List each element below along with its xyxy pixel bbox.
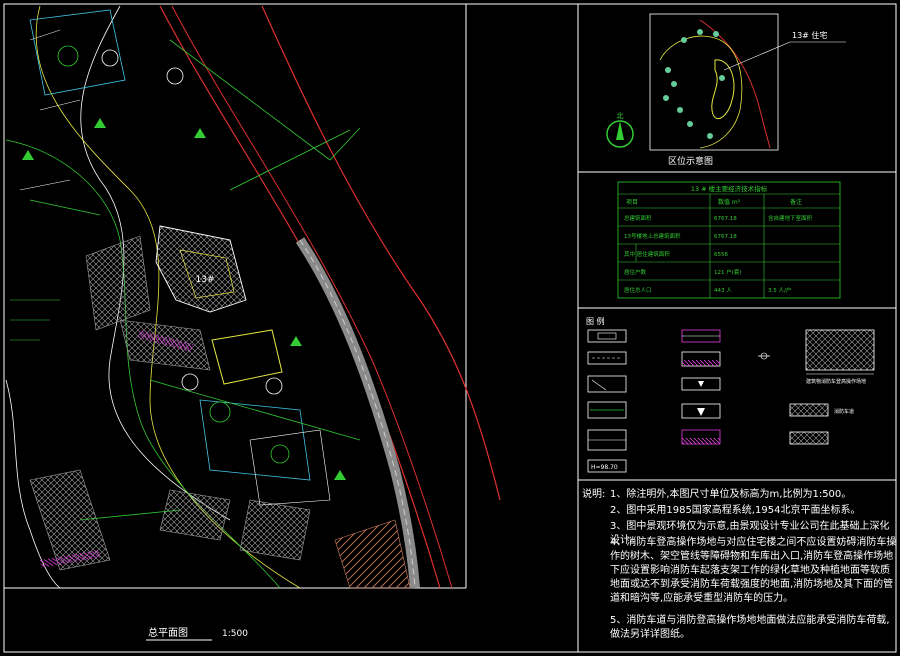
tech-header-value: 数值 m²: [718, 198, 741, 206]
note-item-4: 4、消防车登高操作场地与对应住宅楼之间不应设置妨碍消防车操作的树木、架空管线等障…: [610, 537, 897, 604]
marker-triangle-3: [334, 470, 346, 480]
tech-row-1-value: 6767.18: [714, 216, 737, 222]
leader-line-6: [29, 199, 101, 216]
notes-heading: 说明:: [582, 489, 606, 500]
location-site-inner: [711, 59, 735, 120]
marker-triangle-4: [94, 118, 106, 128]
tech-row-3-item: 其中 居住建筑面积: [624, 250, 670, 258]
location-leader-line: [723, 41, 791, 71]
legend-title: 图 例: [586, 316, 605, 326]
tree-symbol-1: [57, 45, 79, 67]
location-building-label: 13# 住宅: [792, 30, 827, 40]
tech-row-2-value: 6767.18: [714, 234, 737, 240]
legend-symbol-14: [789, 431, 829, 445]
legend-fire-access-swatch: [805, 329, 875, 371]
axis-circle-3: [181, 373, 199, 391]
location-road-red: [699, 19, 771, 149]
tech-row-5-note: 3.5 人/户: [768, 286, 791, 294]
tech-row-4-item: 居住户数: [624, 268, 647, 276]
legend-label-13: 消防车道: [834, 408, 854, 415]
dimension-ticks-left: [10, 299, 60, 341]
axis-circle-1: [166, 67, 184, 85]
plan-title: 总平面图: [148, 626, 188, 639]
hatch-zone-3: [159, 489, 231, 541]
building-outline-yellow: [211, 329, 283, 385]
legend-label-elevation: H=98.70: [591, 464, 618, 471]
legend-fire-access-label: 建筑物消防车登高操作场地: [806, 378, 866, 385]
leader-line-2: [229, 129, 351, 191]
marker-triangle-2: [290, 336, 302, 346]
building-13-label: 13#: [196, 275, 215, 285]
location-map: 13# 住宅 北 区位示意图: [606, 13, 846, 167]
hatch-zone-5: [239, 499, 311, 561]
location-site-outline: [659, 35, 743, 149]
tech-table-title: 13 # 楼主要经济技术指标: [691, 184, 768, 193]
legend-symbol-1: [587, 329, 627, 343]
hatch-zone-1: [85, 235, 151, 331]
tech-row-3-value: 6556: [714, 252, 728, 258]
tree-symbol-2: [209, 401, 231, 423]
tech-row-4-value: 121 户(套): [714, 268, 742, 276]
tech-row-2-item: 13号楼地上总建筑面积: [624, 232, 681, 240]
note-item-1: 1、除注明外,本图尺寸单位及标高为m,比例为1:500。: [610, 489, 852, 500]
tech-header-note: 备注: [790, 198, 802, 206]
north-label: 北: [617, 112, 624, 120]
hatch-zone-2: [119, 319, 211, 371]
building-13: [155, 225, 247, 313]
legend-symbol-3: [587, 375, 627, 393]
location-map-title: 区位示意图: [668, 155, 713, 167]
tech-row-5-value: 443 人: [714, 287, 732, 294]
tech-row-1-item: 总建筑面积: [624, 214, 652, 222]
tree-symbol-3: [270, 444, 290, 464]
annotation-strokes: [19, 29, 81, 191]
site-plan: 13#: [5, 5, 501, 589]
marker-triangle-1: [194, 128, 206, 138]
tech-header-item: 项目: [626, 199, 638, 206]
leader-line-4: [149, 379, 361, 441]
note-item-5: 5、消防车道与消防登高操作场地地面做法应能承受消防车荷载,做法另详详图纸。: [610, 615, 890, 640]
plan-scale: 1:500: [222, 629, 248, 639]
axis-circle-2: [101, 49, 119, 67]
building-white-3: [249, 429, 331, 506]
tech-row-1-note: 含自建地下室面积: [768, 214, 813, 222]
paved-plaza: [334, 519, 411, 589]
marker-triangle-5: [22, 150, 34, 160]
legend: 图 例 H=98.70 建筑物消防车登高操作场地 消防车道: [586, 316, 875, 473]
tech-table: 13 # 楼主要经济技术指标 项目 数值 m² 备注 总建筑面积 6767.18…: [617, 181, 841, 299]
legend-symbol-13: [789, 403, 829, 417]
tech-row-5-item: 居住总人口: [624, 286, 652, 294]
axis-circle-4: [265, 377, 283, 395]
building-cyan-2: [199, 399, 311, 481]
north-arrow-icon: [616, 121, 624, 140]
note-item-2: 2、图中采用1985国家高程系统,1954北京平面坐标系。: [610, 505, 861, 516]
